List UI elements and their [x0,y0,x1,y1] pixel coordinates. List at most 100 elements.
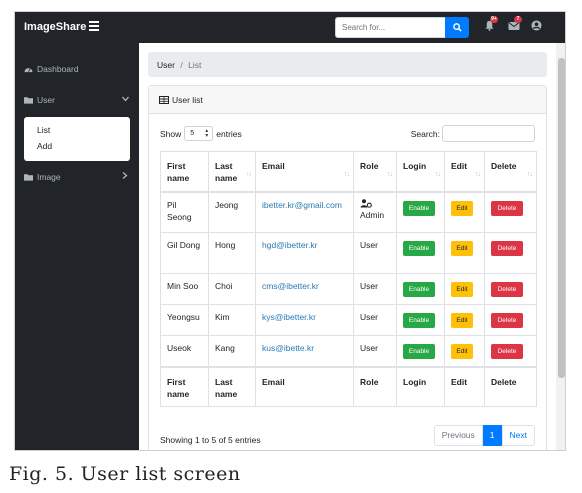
cell-email[interactable]: kus@ibette.kr [255,335,354,367]
cell-delete: Delete [484,232,537,274]
table-row: Gil Dong Hong hgd@ibetter.kr User Enable… [160,232,537,274]
enable-button[interactable]: Enable [403,313,435,328]
cell-first-name: Pil Seong [160,191,209,233]
submenu-item-list[interactable]: List [37,125,50,135]
sidebar-item-label: Image [37,172,61,182]
folder-icon [24,174,33,181]
user-menu-button[interactable] [531,20,543,32]
vertical-scrollbar[interactable] [556,43,565,450]
edit-button[interactable]: Edit [451,241,473,256]
col-header-edit[interactable]: Edit ↑↓ [444,151,485,193]
table-search: Search: [411,125,535,142]
col-header-last-name[interactable]: Last name ↑↓ [208,151,256,193]
cell-email[interactable]: kys@ibetter.kr [255,304,354,336]
col-header-first-name[interactable]: First name [160,151,209,193]
table-search-input[interactable] [442,125,535,142]
menu-toggle-icon[interactable] [89,20,99,32]
cell-role: Admin [353,191,397,233]
cell-email[interactable]: cms@ibetter.kr [255,273,354,305]
cell-role: User [353,335,397,367]
cell-email[interactable]: ibetter.kr@gmail.com [255,191,354,233]
footer-last-name: Last name [208,365,256,407]
search-button[interactable] [445,17,469,38]
entries-select[interactable]: 5 ▴ ▾ [184,126,214,141]
user-submenu: List Add [24,117,130,161]
table-info: Showing 1 to 5 of 5 entries [160,435,261,445]
top-navbar: ImageShare 9+ 7 [15,12,565,43]
messages-button[interactable]: 7 [508,16,522,32]
user-circle-icon [531,20,542,31]
cell-last-name: Choi [208,273,256,305]
sort-icon: ↑↓ [435,170,441,178]
cell-last-name: Kim [208,304,256,336]
navbar-search-input[interactable] [335,17,445,38]
col-header-delete[interactable]: Delete ↑↓ [484,151,537,193]
cell-role: User [353,232,397,274]
edit-button[interactable]: Edit [451,344,473,359]
app-window: ImageShare 9+ 7 Dashboard Use [14,11,566,451]
col-header-role[interactable]: Role ↑↓ [353,151,397,193]
cell-last-name: Jeong [208,191,256,233]
sidebar-item-user[interactable]: User [24,95,55,105]
sidebar-item-image[interactable]: Image [24,172,61,182]
role-label: Admin [360,209,385,220]
table-footer-row: First name Last name Email Role Login Ed… [160,365,537,407]
cell-first-name: Yeongsu [160,304,209,336]
delete-button[interactable]: Delete [491,344,523,359]
enable-button[interactable]: Enable [403,344,435,359]
breadcrumb-user[interactable]: User [157,60,175,70]
delete-button[interactable]: Delete [491,200,523,216]
alerts-badge: 9+ [490,16,498,23]
delete-button[interactable]: Delete [491,282,523,297]
col-header-login[interactable]: Login ↑↓ [396,151,445,193]
footer-email: Email [255,365,354,407]
sort-icon: ↑↓ [387,170,393,178]
table-icon [159,96,169,104]
user-list-card: User list Show 5 ▴ ▾ entries Search: Fir… [148,85,547,450]
delete-button[interactable]: Delete [491,313,523,328]
cell-first-name: Gil Dong [160,232,209,274]
submenu-item-add[interactable]: Add [37,141,52,151]
alerts-bell-button[interactable]: 9+ [484,16,498,32]
cell-delete: Delete [484,273,537,305]
figure-caption: Fig. 5. User list screen [9,463,241,485]
chevron-down-icon [122,94,129,104]
messages-badge: 7 [514,16,522,23]
search-icon [452,23,462,32]
page-1-button[interactable]: 1 [482,425,502,446]
user-cog-icon [360,198,372,208]
delete-button[interactable]: Delete [491,241,523,256]
edit-button[interactable]: Edit [451,313,473,328]
cell-login: Enable [396,191,445,233]
entries-label: entries [216,128,242,139]
cell-edit: Edit [444,273,485,305]
edit-button[interactable]: Edit [451,200,473,216]
brand-logo[interactable]: ImageShare [24,21,86,33]
tachometer-icon [24,68,33,73]
next-button[interactable]: Next [501,425,535,446]
previous-button[interactable]: Previous [433,425,483,446]
cell-delete: Delete [484,335,537,367]
table-row: Yeongsu Kim kys@ibetter.kr User Enable E… [160,304,537,336]
sidebar-item-label: User [37,95,55,105]
enable-button[interactable]: Enable [403,241,435,256]
breadcrumb: User / List [148,52,547,77]
card-header: User list [149,86,546,114]
sidebar: Dashboard User List Add Image [15,43,139,450]
breadcrumb-current: List [188,60,202,70]
cell-email[interactable]: hgd@ibetter.kr [255,232,354,274]
cell-delete: Delete [484,191,537,233]
col-header-email[interactable]: Email ↑↓ [255,151,354,193]
cell-last-name: Kang [208,335,256,367]
scrollbar-thumb[interactable] [558,58,565,378]
main-content: User / List User list Show 5 ▴ ▾ entries … [139,43,565,450]
table-row: Min Soo Choi cms@ibetter.kr User Enable … [160,273,537,305]
enable-button[interactable]: Enable [403,282,435,297]
cell-edit: Edit [444,304,485,336]
enable-button[interactable]: Enable [403,200,435,216]
footer-edit: Edit [444,365,485,407]
sidebar-item-dashboard[interactable]: Dashboard [24,64,79,74]
breadcrumb-separator: / [180,60,183,70]
cell-edit: Edit [444,191,485,233]
edit-button[interactable]: Edit [451,282,473,297]
